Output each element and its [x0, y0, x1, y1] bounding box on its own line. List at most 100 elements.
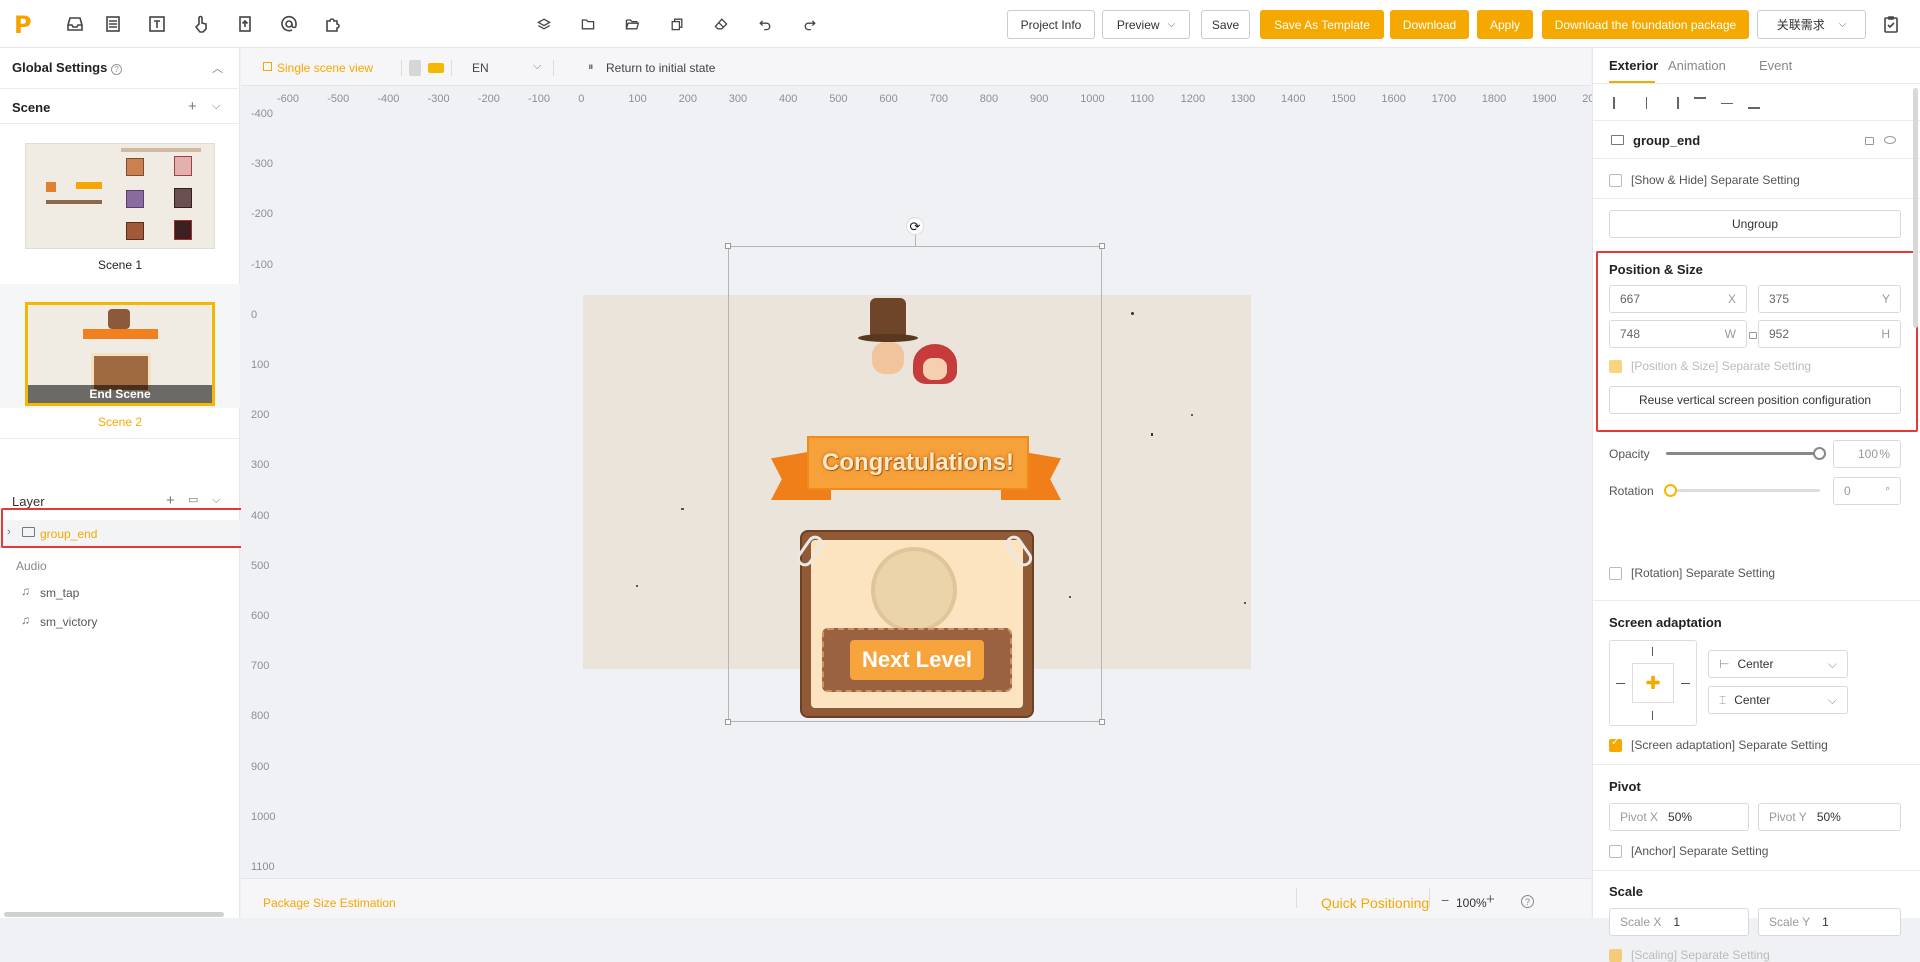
screen-adaptation-title: Screen adaptation	[1609, 615, 1722, 630]
checklist-icon[interactable]	[1879, 12, 1903, 36]
rotation-separate-checkbox[interactable]	[1609, 567, 1622, 580]
top-toolbar: P Project Info Preview ⌵ Save Save As Tem…	[0, 0, 1920, 48]
text-icon[interactable]	[145, 12, 169, 36]
ruler-tick-label: 1700	[1431, 93, 1457, 105]
touch-icon[interactable]	[189, 12, 213, 36]
rotate-handle-icon[interactable]: ⟳	[906, 217, 924, 235]
scene-2-thumbnail[interactable]: End Scene	[25, 302, 215, 406]
add-scene-icon[interactable]: +	[188, 98, 197, 115]
return-initial-state-button[interactable]: Return to initial state	[606, 61, 715, 75]
anchor-bottom[interactable]	[1652, 711, 1653, 720]
anchor-right[interactable]	[1681, 683, 1690, 684]
related-requirements-dropdown[interactable]: 关联需求 ⌵	[1757, 10, 1866, 39]
language-select[interactable]: EN	[472, 61, 489, 75]
zoom-out-icon[interactable]: −	[1441, 892, 1449, 908]
apply-button[interactable]: Apply	[1477, 10, 1533, 39]
save-as-template-button[interactable]: Save As Template	[1260, 10, 1384, 39]
undo-icon[interactable]	[753, 12, 777, 36]
plugin-icon[interactable]	[321, 12, 345, 36]
scene-1-thumbnail[interactable]	[25, 143, 215, 249]
help-icon[interactable]: ?	[1521, 895, 1534, 908]
opacity-slider[interactable]	[1666, 447, 1826, 460]
resize-handle[interactable]	[725, 719, 731, 725]
copy-icon[interactable]	[665, 12, 689, 36]
vertical-scrollbar[interactable]	[1913, 88, 1918, 328]
chevron-down-icon[interactable]: ⌵	[212, 494, 220, 507]
eraser-icon[interactable]	[709, 12, 733, 36]
ruler-tick-label: 900	[251, 760, 270, 773]
redo-icon[interactable]	[798, 12, 822, 36]
add-layer-icon[interactable]: +	[166, 492, 175, 509]
layers-icon[interactable]	[532, 12, 556, 36]
vertical-align-select[interactable]: ⌶ Center ⌵	[1708, 686, 1848, 714]
lock-icon[interactable]	[1865, 137, 1874, 145]
align-middle-icon[interactable]	[1721, 103, 1733, 115]
audio-item[interactable]: sm_victory	[40, 615, 97, 629]
download-button[interactable]: Download	[1390, 10, 1469, 39]
next-level-button[interactable]: Next Level	[850, 640, 984, 680]
layer-title: Layer	[12, 494, 45, 509]
opacity-input[interactable]: 100%	[1833, 440, 1901, 468]
app-logo: P	[14, 11, 32, 39]
folder-icon[interactable]	[576, 12, 600, 36]
layout-icon[interactable]	[101, 12, 125, 36]
eye-icon[interactable]	[1884, 136, 1896, 144]
resize-handle[interactable]	[725, 243, 731, 249]
tab-animation[interactable]: Animation	[1668, 58, 1726, 73]
global-settings-title[interactable]: Global Settings ?	[12, 60, 122, 75]
scale-x-input[interactable]: Scale X 1	[1609, 908, 1749, 936]
tab-exterior[interactable]: Exterior	[1609, 58, 1658, 73]
folder-icon[interactable]: ▭	[188, 493, 198, 506]
pivot-x-input[interactable]: Pivot X 50%	[1609, 803, 1749, 831]
align-bottom-icon[interactable]	[1748, 97, 1760, 109]
horizontal-align-icon: ⊢	[1719, 657, 1730, 671]
rotation-slider-thumb[interactable]	[1664, 484, 1677, 497]
anchor-separate-checkbox[interactable]	[1609, 845, 1622, 858]
opacity-slider-thumb[interactable]	[1813, 447, 1826, 460]
tab-event[interactable]: Event	[1759, 58, 1792, 73]
anchor-grid[interactable]: ✚	[1609, 640, 1697, 726]
download-foundation-button[interactable]: Download the foundation package	[1542, 10, 1749, 39]
align-top-icon[interactable]	[1694, 97, 1706, 109]
audio-item[interactable]: sm_tap	[40, 586, 79, 600]
folder-open-icon[interactable]	[620, 12, 644, 36]
preview-dropdown[interactable]: Preview ⌵	[1102, 10, 1190, 39]
file-upload-icon[interactable]	[233, 12, 257, 36]
ungroup-button[interactable]: Ungroup	[1609, 210, 1901, 238]
align-right-icon[interactable]	[1667, 97, 1679, 109]
pivot-y-input[interactable]: Pivot Y 50%	[1758, 803, 1901, 831]
anchor-center[interactable]: ✚	[1632, 663, 1674, 703]
rotation-input[interactable]: 0 °	[1833, 477, 1901, 505]
folder-icon	[1611, 135, 1624, 145]
scale-y-input[interactable]: Scale Y 1	[1758, 908, 1901, 936]
show-hide-checkbox[interactable]	[1609, 174, 1622, 187]
package-size-link[interactable]: Package Size Estimation	[263, 896, 396, 910]
save-button[interactable]: Save	[1201, 10, 1250, 39]
horizontal-scrollbar[interactable]	[4, 912, 224, 917]
anchor-left[interactable]	[1616, 683, 1625, 684]
align-left-icon[interactable]	[1613, 97, 1625, 109]
inbox-icon[interactable]	[63, 12, 87, 36]
zoom-in-icon[interactable]: +	[1486, 891, 1495, 908]
resize-handle[interactable]	[1099, 243, 1105, 249]
quick-positioning-button[interactable]: Quick Positioning	[1321, 895, 1429, 911]
ruler-tick-label: 300	[728, 93, 748, 105]
horizontal-align-select[interactable]: ⊢ Center ⌵	[1708, 650, 1848, 678]
at-icon[interactable]	[277, 12, 301, 36]
chevron-down-icon[interactable]: ⌵	[533, 60, 541, 73]
collapse-icon[interactable]: ︿	[212, 60, 223, 76]
resize-handle[interactable]	[1099, 719, 1105, 725]
gray-swatch[interactable]	[409, 60, 421, 76]
align-center-h-icon[interactable]	[1646, 97, 1658, 109]
opacity-value: 100	[1857, 447, 1878, 461]
project-info-button[interactable]: Project Info	[1007, 10, 1095, 39]
scaling-separate-checkbox[interactable]	[1609, 949, 1622, 962]
ruler-tick-label: 500	[829, 93, 848, 105]
thumb-char	[108, 309, 130, 329]
anchor-top[interactable]	[1652, 647, 1653, 656]
chevron-down-icon[interactable]: ⌵	[212, 100, 220, 113]
rotation-slider[interactable]	[1664, 484, 1820, 497]
single-scene-view-button[interactable]: Single scene view	[277, 61, 373, 75]
yellow-swatch[interactable]	[428, 63, 444, 73]
ruler-tick-label: 1900	[1532, 93, 1557, 105]
